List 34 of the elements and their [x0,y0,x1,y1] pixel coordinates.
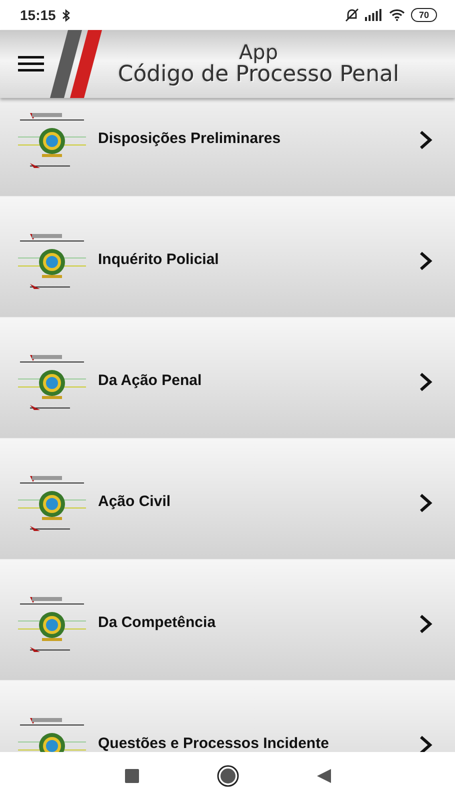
back-triangle-icon [316,769,330,783]
muted-bell-icon [344,8,359,22]
recents-button[interactable] [124,769,138,783]
chapter-title: Questões e Processos Incidente [98,735,330,752]
chapter-title: Disposições Preliminares [98,130,282,147]
square-icon [124,769,138,783]
chevron-right-icon [419,130,433,150]
wifi-icon [388,9,405,21]
chevron-right-icon [419,493,433,513]
signal-icon [364,9,383,21]
bluetooth-icon [62,8,71,22]
chapter-item[interactable]: Ação Civil [0,438,455,559]
chevron-right-icon [419,251,433,271]
chevron-right-icon [419,614,433,634]
battery-level: 70 [410,8,437,22]
chapter-item[interactable]: Disposições Preliminares [0,98,455,196]
clock-time: 15:15 [20,7,56,23]
chapter-item[interactable]: Questões e Processos Incidente [0,680,455,752]
app-title: Código de Processo Penal [118,62,400,86]
back-button[interactable] [316,769,330,783]
chapter-item[interactable]: Da Ação Penal [0,317,455,438]
chapter-item[interactable]: Da Competência [0,559,455,680]
chevron-right-icon [419,372,433,392]
chapter-item[interactable]: Inquérito Policial [0,196,455,317]
chapter-title: Inquérito Policial [98,251,220,268]
chevron-right-icon [419,735,433,752]
chapter-title: Da Ação Penal [98,372,203,389]
chapter-title: Ação Civil [98,493,172,510]
chapter-title: Da Competência [98,614,217,631]
logo-stripes-drawing [50,30,102,98]
menu-icon [18,56,44,72]
app-title-label: App [238,42,278,63]
home-circle-icon [216,765,238,787]
home-button[interactable] [216,765,238,787]
